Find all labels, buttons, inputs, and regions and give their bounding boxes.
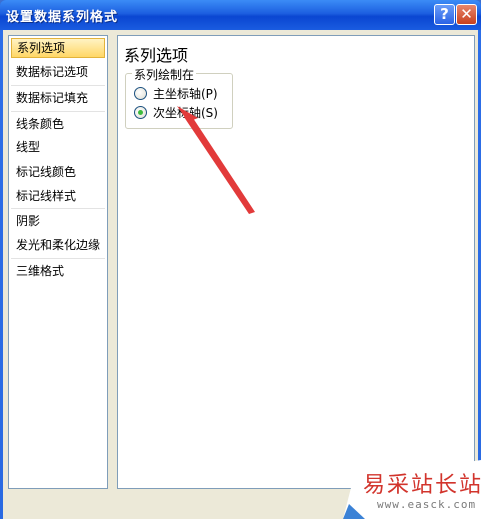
sidebar-item-line-style[interactable]: 线型 [11, 137, 105, 157]
sidebar-item-3d-format[interactable]: 三维格式 [11, 261, 105, 281]
sidebar-divider [11, 111, 105, 112]
group-legend: 系列绘制在 [132, 66, 197, 83]
sidebar-item-series-options[interactable]: 系列选项 [11, 38, 105, 58]
watermark-text: 易采站长站 [363, 473, 481, 498]
sidebar-item-glow-soft-edges[interactable]: 发光和柔化边缘 [11, 235, 105, 255]
sidebar-item-marker-line-style[interactable]: 标记线样式 [11, 186, 105, 206]
secondary-axis-label: 次坐标轴(S) [153, 106, 218, 120]
panel-title: 系列选项 [124, 46, 189, 65]
sidebar-item-marker-options[interactable]: 数据标记选项 [11, 62, 105, 82]
sidebar-item-line-color[interactable]: 线条颜色 [11, 114, 105, 134]
sidebar-item-shadow[interactable]: 阴影 [11, 211, 105, 231]
sidebar-divider [11, 85, 105, 86]
sidebar-item-marker-fill[interactable]: 数据标记填充 [11, 88, 105, 108]
format-data-series-dialog: 设置数据系列格式 ? ✕ 系列选项 数据标记选项 数据标记填充 线条颜色 线型 … [0, 0, 481, 519]
plot-series-on-group: 系列绘制在 主坐标轴(P) 次坐标轴(S) [125, 66, 233, 129]
sidebar-divider [11, 258, 105, 259]
sidebar-divider [11, 208, 105, 209]
primary-axis-radio[interactable] [134, 87, 147, 100]
dialog-body: 系列选项 数据标记选项 数据标记填充 线条颜色 线型 标记线颜色 标记线样式 阴… [3, 30, 478, 519]
secondary-axis-radio[interactable] [134, 106, 147, 119]
sidebar-item-marker-line-color[interactable]: 标记线颜色 [11, 162, 105, 182]
primary-axis-label: 主坐标轴(P) [153, 87, 218, 101]
options-panel: 系列选项 系列绘制在 主坐标轴(P) 次坐标轴(S) [117, 35, 475, 489]
category-list: 系列选项 数据标记选项 数据标记填充 线条颜色 线型 标记线颜色 标记线样式 阴… [8, 35, 108, 489]
close-button[interactable]: ✕ [456, 4, 477, 25]
watermark: 易采站长站 www.easck.com [343, 460, 481, 519]
help-button[interactable]: ? [434, 4, 455, 25]
title-bar[interactable]: 设置数据系列格式 ? ✕ [0, 0, 481, 30]
secondary-axis-option[interactable]: 次坐标轴(S) [134, 105, 218, 121]
primary-axis-option[interactable]: 主坐标轴(P) [134, 86, 218, 102]
dialog-title: 设置数据系列格式 [6, 10, 119, 25]
watermark-url: www.easck.com [377, 498, 477, 511]
